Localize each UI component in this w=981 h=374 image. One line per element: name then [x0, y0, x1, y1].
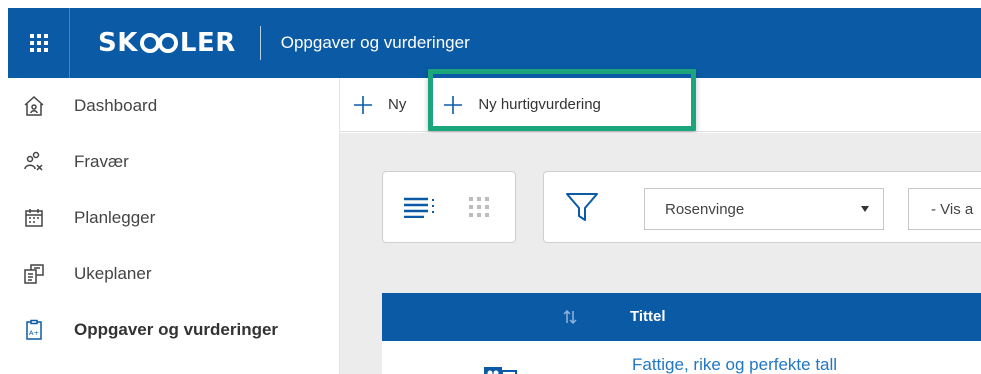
row-title-link[interactable]: Fattige, rike og perfekte tall	[632, 355, 837, 374]
grid-view-icon	[469, 197, 489, 217]
calendar-icon	[20, 204, 48, 232]
list-view-button[interactable]	[395, 187, 443, 227]
grid-view-button[interactable]	[455, 187, 503, 227]
plus-icon	[354, 95, 372, 114]
list-view-icon	[404, 197, 434, 218]
sidebar-item-fravaer[interactable]: Fravær	[8, 134, 339, 190]
sidebar: Dashboard Fravær Planlegger Ukeplaner A+…	[8, 78, 340, 374]
logo-text-start: SK	[98, 28, 138, 58]
sidebar-item-label: Ukeplaner	[74, 264, 152, 283]
assignment-icon: A+	[20, 316, 48, 344]
header-divider	[259, 26, 261, 60]
new-button-label: Ny	[388, 96, 407, 113]
app-launcher-button[interactable]	[8, 8, 70, 78]
filter-icon[interactable]	[564, 189, 600, 225]
home-icon	[20, 92, 48, 120]
new-button[interactable]: Ny	[342, 85, 416, 125]
school-select[interactable]: Rosenvinge	[644, 188, 884, 230]
sidebar-item-planlegger[interactable]: Planlegger	[8, 190, 339, 246]
filter-panel: Rosenvinge - Vis a	[543, 171, 981, 243]
visibility-select-value: - Vis a	[931, 200, 974, 218]
sidebar-item-ukeplaner[interactable]: Ukeplaner	[8, 246, 339, 302]
sidebar-item-dashboard[interactable]: Dashboard	[8, 78, 339, 134]
sidebar-item-label: Oppgaver og vurderinger	[74, 320, 279, 339]
view-toggle	[382, 171, 516, 243]
skooler-logo[interactable]: SK LER	[98, 28, 236, 58]
school-select-value: Rosenvinge	[665, 200, 745, 218]
sort-icon[interactable]	[562, 309, 578, 325]
plus-icon	[444, 95, 463, 114]
column-header-title[interactable]: Tittel	[630, 308, 666, 325]
new-quick-assessment-label: Ny hurtigvurdering	[478, 96, 601, 113]
page-title: Oppgaver og vurderinger	[280, 33, 470, 52]
sidebar-item-label: Dashboard	[74, 96, 158, 115]
table-header: Tittel	[382, 293, 981, 341]
main-content: Rosenvinge - Vis a Tittel Fattige, rike …	[340, 133, 981, 374]
command-toolbar: Ny Ny hurtigvurdering	[340, 78, 981, 132]
app-header: SK LER Oppgaver og vurderinger	[8, 8, 981, 78]
table-row[interactable]: Fattige, rike og perfekte tall	[382, 341, 981, 374]
waffle-icon	[29, 34, 48, 52]
logo-infinity-icon	[139, 33, 178, 53]
weekplan-icon	[20, 260, 48, 288]
new-quick-assessment-button[interactable]: Ny hurtigvurdering	[432, 85, 611, 125]
sidebar-item-oppgaver[interactable]: A+ Oppgaver og vurderinger	[8, 302, 339, 358]
sidebar-item-label: Planlegger	[74, 208, 156, 227]
absence-icon	[20, 148, 48, 176]
svg-text:A+: A+	[29, 329, 39, 337]
caret-down-icon	[861, 206, 869, 212]
assignment-type-icon	[484, 367, 517, 374]
logo-text-end: LER	[179, 28, 236, 58]
visibility-select[interactable]: - Vis a	[908, 188, 981, 230]
sidebar-item-label: Fravær	[74, 152, 129, 171]
